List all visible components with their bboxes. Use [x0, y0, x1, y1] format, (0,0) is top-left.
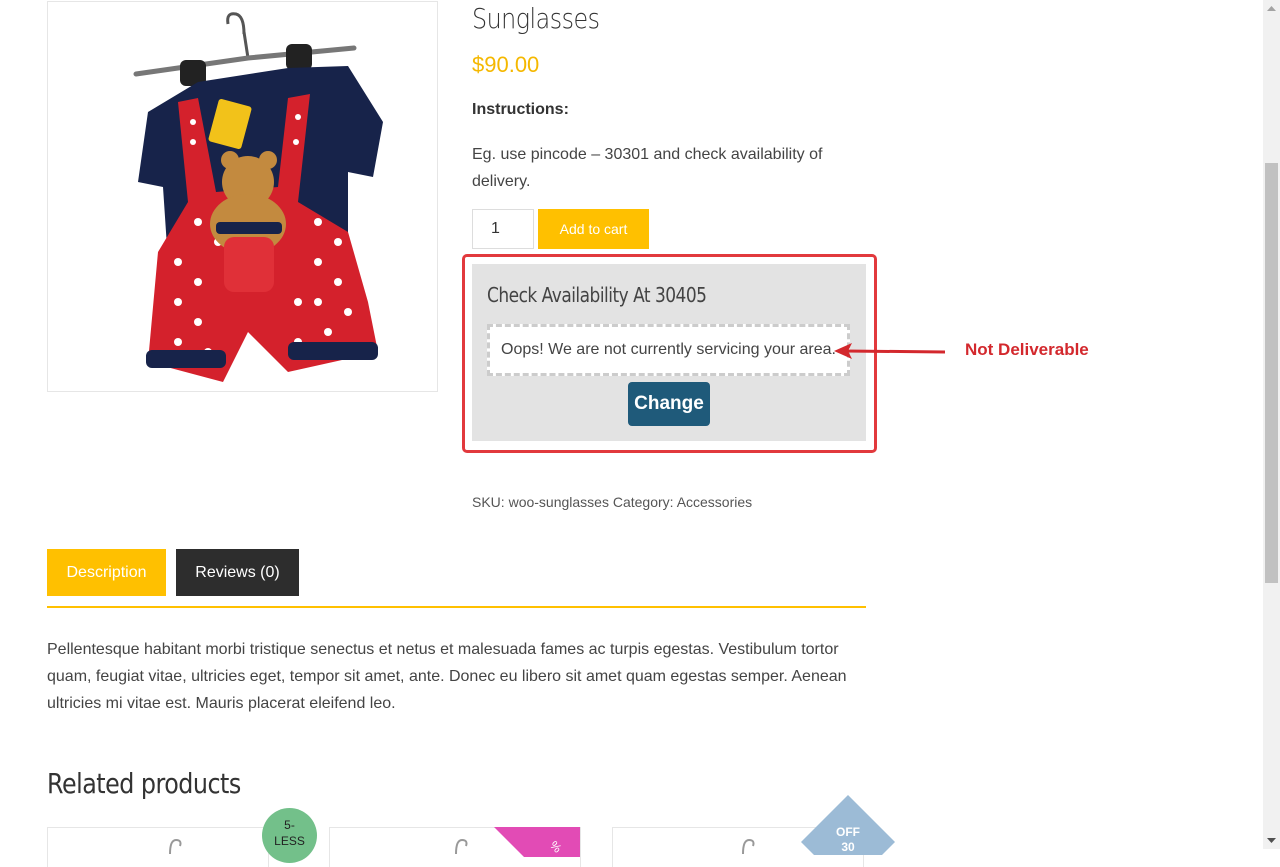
hanger-icon: [742, 838, 755, 855]
availability-title: Check Availability At 30405: [487, 283, 707, 307]
not-deliverable-label: Not Deliverable: [965, 340, 1089, 359]
product-price: $90.00: [472, 52, 540, 77]
hanger-icon: [455, 838, 468, 855]
annotation-arrow-icon: [834, 343, 946, 359]
sku-label: SKU:: [472, 494, 505, 510]
tabs-underline: [47, 606, 866, 608]
instructions-text: Eg. use pincode – 30301 and check availa…: [472, 146, 823, 190]
sale-badge-diamond: OFF 30: [801, 795, 895, 855]
availability-message: Oops! We are not currently servicing you…: [487, 324, 850, 376]
category-label: Category:: [612, 494, 674, 510]
sku-value: woo-sunglasses: [508, 494, 609, 510]
change-pincode-button[interactable]: Change: [628, 382, 710, 426]
description-text: Pellentesque habitant morbi tristique se…: [47, 641, 847, 712]
product-image[interactable]: [47, 1, 438, 392]
product-title: Sunglasses: [472, 2, 600, 35]
product-photo: [133, 12, 383, 382]
product-meta: SKU: woo-sunglasses Category: Accessorie…: [472, 494, 752, 510]
hanger-icon: [169, 838, 182, 855]
quantity-input[interactable]: [472, 209, 534, 249]
availability-message-text: Oops! We are not currently servicing you…: [501, 341, 836, 358]
related-product-card[interactable]: [47, 827, 269, 867]
related-products-heading: Related products: [47, 767, 241, 800]
badge-line: 5-: [284, 818, 295, 832]
sale-badge-ribbon: %: [494, 827, 580, 857]
badge-line: LESS: [274, 834, 305, 848]
badge-line: 30: [841, 840, 855, 854]
tab-description[interactable]: Description: [47, 549, 166, 596]
category-link[interactable]: Accessories: [677, 494, 752, 510]
tab-reviews[interactable]: Reviews (0): [176, 549, 299, 596]
scroll-down-button[interactable]: [1263, 832, 1280, 849]
add-to-cart-button[interactable]: Add to cart: [538, 209, 649, 249]
sale-badge-circle: 5- LESS: [262, 808, 317, 863]
scrollbar-thumb[interactable]: [1265, 163, 1278, 583]
scroll-up-button[interactable]: [1263, 0, 1280, 17]
instructions-heading: Instructions:: [472, 101, 569, 118]
badge-line: OFF: [836, 825, 860, 839]
